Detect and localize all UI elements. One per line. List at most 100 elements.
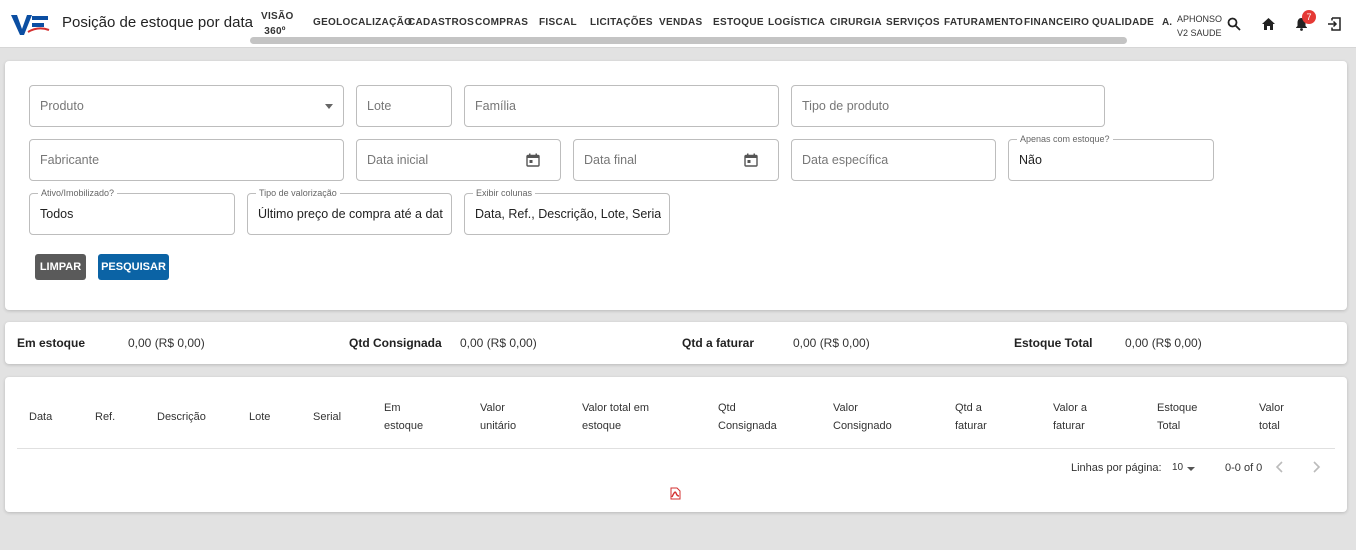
- lote-input[interactable]: Lote: [356, 85, 452, 127]
- fabricante-input[interactable]: Fabricante: [29, 139, 344, 181]
- qtd-consignada-label: Qtd Consignada: [349, 336, 442, 350]
- results-table-card: Data Ref. Descrição Lote Serial Em estoque Valo…: [5, 377, 1347, 512]
- nav-item[interactable]: FATURAMENTO: [944, 17, 1023, 28]
- page-title: Posição de estoque por data: [62, 14, 253, 31]
- notification-badge: 7: [1302, 10, 1316, 24]
- home-icon: [1261, 18, 1275, 30]
- em-estoque-label: Em estoque: [17, 336, 86, 350]
- limpar-button[interactable]: LIMPAR: [35, 254, 86, 280]
- column-header-line: estoque: [384, 420, 424, 432]
- fabricante-placeholder: Fabricante: [40, 153, 100, 167]
- column-header-line: Ref.: [95, 411, 116, 423]
- pesquisar-button[interactable]: PESQUISAR: [98, 254, 169, 280]
- column-header[interactable]: Valor a faturar: [1053, 399, 1087, 435]
- data-especifica-placeholder: Data específica: [802, 153, 889, 167]
- column-header[interactable]: Estoque Total: [1157, 399, 1197, 435]
- data-inicial-placeholder: Data inicial: [367, 153, 429, 167]
- nav-item[interactable]: GEOLOCALIZAÇÃO: [313, 17, 412, 28]
- chevron-down-icon: [325, 104, 333, 109]
- nav-item[interactable]: QUALIDADE: [1092, 17, 1154, 28]
- nav-item[interactable]: ESTOQUE: [713, 17, 764, 28]
- column-header-line: Valor: [833, 402, 858, 414]
- home-button[interactable]: [1257, 13, 1279, 35]
- user-name: APHONSO: [1177, 14, 1223, 24]
- data-especifica-input[interactable]: Data específica: [791, 139, 996, 181]
- column-header-line: Descrição: [157, 411, 206, 423]
- chevron-right-icon[interactable]: [1309, 460, 1323, 474]
- familia-input[interactable]: Família: [464, 85, 779, 127]
- estoque-total-value: 0,00 (R$ 0,00): [1125, 336, 1202, 350]
- exibir-colunas-label: Exibir colunas: [473, 188, 536, 198]
- column-header-line: Qtd: [718, 402, 736, 414]
- rows-per-page-select[interactable]: 10: [1172, 462, 1183, 473]
- apenas-estoque-value: Não: [1019, 153, 1042, 167]
- column-header[interactable]: Data: [29, 408, 52, 426]
- totals-card: Em estoque 0,00 (R$ 0,00) Qtd Consignada…: [5, 322, 1347, 364]
- column-header[interactable]: Lote: [249, 408, 270, 426]
- qtd-consignada-value: 0,00 (R$ 0,00): [460, 336, 537, 350]
- column-header[interactable]: Qtd Consignada: [718, 399, 777, 435]
- column-header-line: Serial: [313, 411, 342, 423]
- column-header-line: Total: [1157, 420, 1181, 432]
- column-header-line: Valor a: [1053, 402, 1088, 414]
- column-header-line: Valor total em: [582, 402, 650, 414]
- lote-placeholder: Lote: [367, 99, 392, 113]
- nav-item[interactable]: FINANCEIRO: [1024, 17, 1089, 28]
- calendar-icon[interactable]: [744, 153, 758, 167]
- nav-item[interactable]: VISÃO 360º: [261, 9, 293, 39]
- nav-item[interactable]: SERVIÇOS: [886, 17, 940, 28]
- column-header[interactable]: Descrição: [157, 408, 206, 426]
- nav-item[interactable]: LOGÍSTICA: [768, 17, 825, 28]
- user-company: V2 SAUDE: [1177, 28, 1222, 38]
- column-header[interactable]: Qtd a faturar: [955, 399, 987, 435]
- calendar-icon[interactable]: [526, 153, 540, 167]
- column-header[interactable]: Valor total em estoque: [582, 399, 649, 435]
- chevron-left-icon[interactable]: [1273, 460, 1287, 474]
- rows-per-page-label: Linhas por página:: [1071, 462, 1162, 474]
- nav-item[interactable]: VENDAS: [659, 17, 702, 28]
- nav-item[interactable]: LICITAÇÕES: [590, 17, 653, 28]
- produto-placeholder: Produto: [40, 99, 84, 113]
- logout-icon: [1328, 17, 1341, 31]
- column-header[interactable]: Valor total: [1259, 399, 1284, 435]
- tipo-valorizacao-value: Último preço de compra até a data: [258, 207, 443, 221]
- column-header[interactable]: Valor unitário: [480, 399, 516, 435]
- nav-item[interactable]: COMPRAS: [475, 17, 528, 28]
- column-header[interactable]: Valor Consignado: [833, 399, 892, 435]
- column-header-line: unitário: [480, 420, 517, 432]
- column-header-line: Lote: [249, 411, 271, 423]
- column-header-line: Estoque: [1157, 402, 1198, 414]
- column-header-line: Consignado: [833, 420, 892, 432]
- qtd-faturar-value: 0,00 (R$ 0,00): [793, 336, 870, 350]
- search-button[interactable]: [1223, 13, 1245, 35]
- logout-button[interactable]: [1323, 13, 1345, 35]
- apenas-estoque-select[interactable]: Apenas com estoque? Não: [1008, 134, 1214, 181]
- nav-scrollbar[interactable]: [250, 37, 1127, 44]
- column-header[interactable]: Ref.: [95, 408, 115, 426]
- apenas-estoque-label: Apenas com estoque?: [1017, 134, 1113, 144]
- column-header-line: Qtd a: [955, 402, 982, 414]
- filters-card: Produto Lote Família Tipo de produto Fab…: [5, 61, 1347, 310]
- tipo-produto-placeholder: Tipo de produto: [802, 99, 890, 113]
- column-header-line: Em: [384, 402, 401, 414]
- data-inicial-input[interactable]: Data inicial: [356, 139, 561, 181]
- nav-item[interactable]: FISCAL: [539, 17, 577, 28]
- column-header[interactable]: Em estoque: [384, 399, 423, 435]
- nav-overflow-item[interactable]: A.: [1162, 17, 1172, 28]
- familia-placeholder: Família: [475, 99, 516, 113]
- pdf-export-icon[interactable]: [669, 487, 681, 500]
- ativo-imobilizado-select[interactable]: Ativo/Imobilizado? Todos: [29, 188, 235, 235]
- user-info[interactable]: APHONSO V2 SAUDE: [1177, 12, 1222, 40]
- exibir-colunas-select[interactable]: Exibir colunas Data, Ref., Descrição, Lo…: [464, 188, 670, 235]
- chevron-down-icon[interactable]: [1187, 467, 1195, 471]
- v2-logo-icon[interactable]: [10, 13, 50, 37]
- nav-item[interactable]: CIRURGIA: [830, 17, 882, 28]
- ativo-imobilizado-label: Ativo/Imobilizado?: [38, 188, 118, 198]
- tipo-produto-input[interactable]: Tipo de produto: [791, 85, 1105, 127]
- tipo-valorizacao-select[interactable]: Tipo de valorização Último preço de comp…: [247, 188, 452, 235]
- produto-select[interactable]: Produto: [29, 85, 344, 127]
- column-header-line: Valor: [1259, 402, 1284, 414]
- nav-item[interactable]: CADASTROS: [408, 17, 474, 28]
- data-final-input[interactable]: Data final: [573, 139, 779, 181]
- column-header[interactable]: Serial: [313, 408, 341, 426]
